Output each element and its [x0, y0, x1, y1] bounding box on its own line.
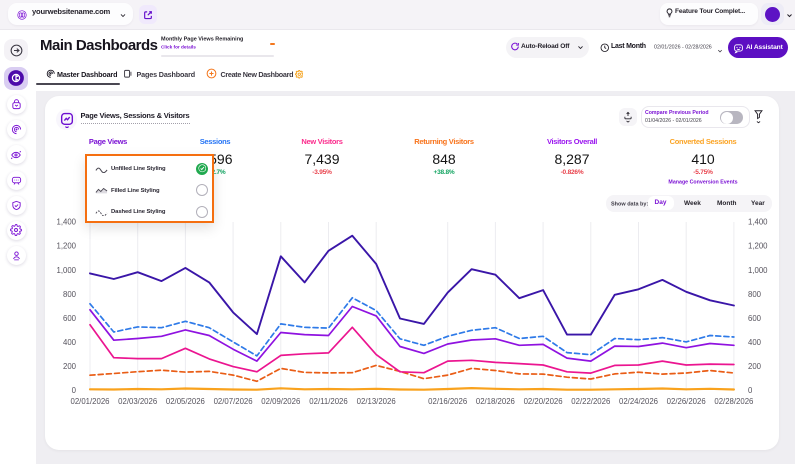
svg-text:02/11/2026: 02/11/2026: [309, 397, 347, 406]
svg-text:02/13/2026: 02/13/2026: [357, 397, 396, 406]
svg-text:1,200: 1,200: [748, 242, 768, 251]
svg-text:1,400: 1,400: [748, 218, 768, 227]
svg-text:1,000: 1,000: [56, 266, 76, 275]
svg-text:02/24/2026: 02/24/2026: [619, 397, 658, 406]
svg-text:02/26/2026: 02/26/2026: [667, 397, 706, 406]
svg-text:02/01/2026: 02/01/2026: [70, 397, 109, 406]
svg-text:400: 400: [63, 338, 77, 347]
svg-text:200: 200: [748, 362, 762, 371]
svg-text:200: 200: [63, 362, 77, 371]
svg-text:1,200: 1,200: [56, 242, 76, 251]
svg-text:02/18/2026: 02/18/2026: [476, 397, 515, 406]
svg-text:1,000: 1,000: [748, 266, 768, 275]
svg-text:600: 600: [748, 314, 762, 323]
svg-text:400: 400: [748, 338, 762, 347]
svg-text:0: 0: [72, 386, 77, 395]
svg-text:1,400: 1,400: [56, 218, 76, 227]
svg-text:800: 800: [748, 290, 762, 299]
svg-text:600: 600: [63, 314, 77, 323]
svg-text:02/05/2026: 02/05/2026: [166, 397, 205, 406]
svg-text:02/20/2026: 02/20/2026: [524, 397, 563, 406]
svg-text:02/22/2026: 02/22/2026: [571, 397, 610, 406]
svg-text:02/28/2026: 02/28/2026: [714, 397, 753, 406]
svg-text:800: 800: [63, 290, 77, 299]
svg-text:02/16/2026: 02/16/2026: [428, 397, 467, 406]
svg-text:02/09/2026: 02/09/2026: [261, 397, 300, 406]
svg-text:0: 0: [748, 386, 753, 395]
svg-text:02/07/2026: 02/07/2026: [214, 397, 253, 406]
svg-text:02/03/2026: 02/03/2026: [118, 397, 157, 406]
